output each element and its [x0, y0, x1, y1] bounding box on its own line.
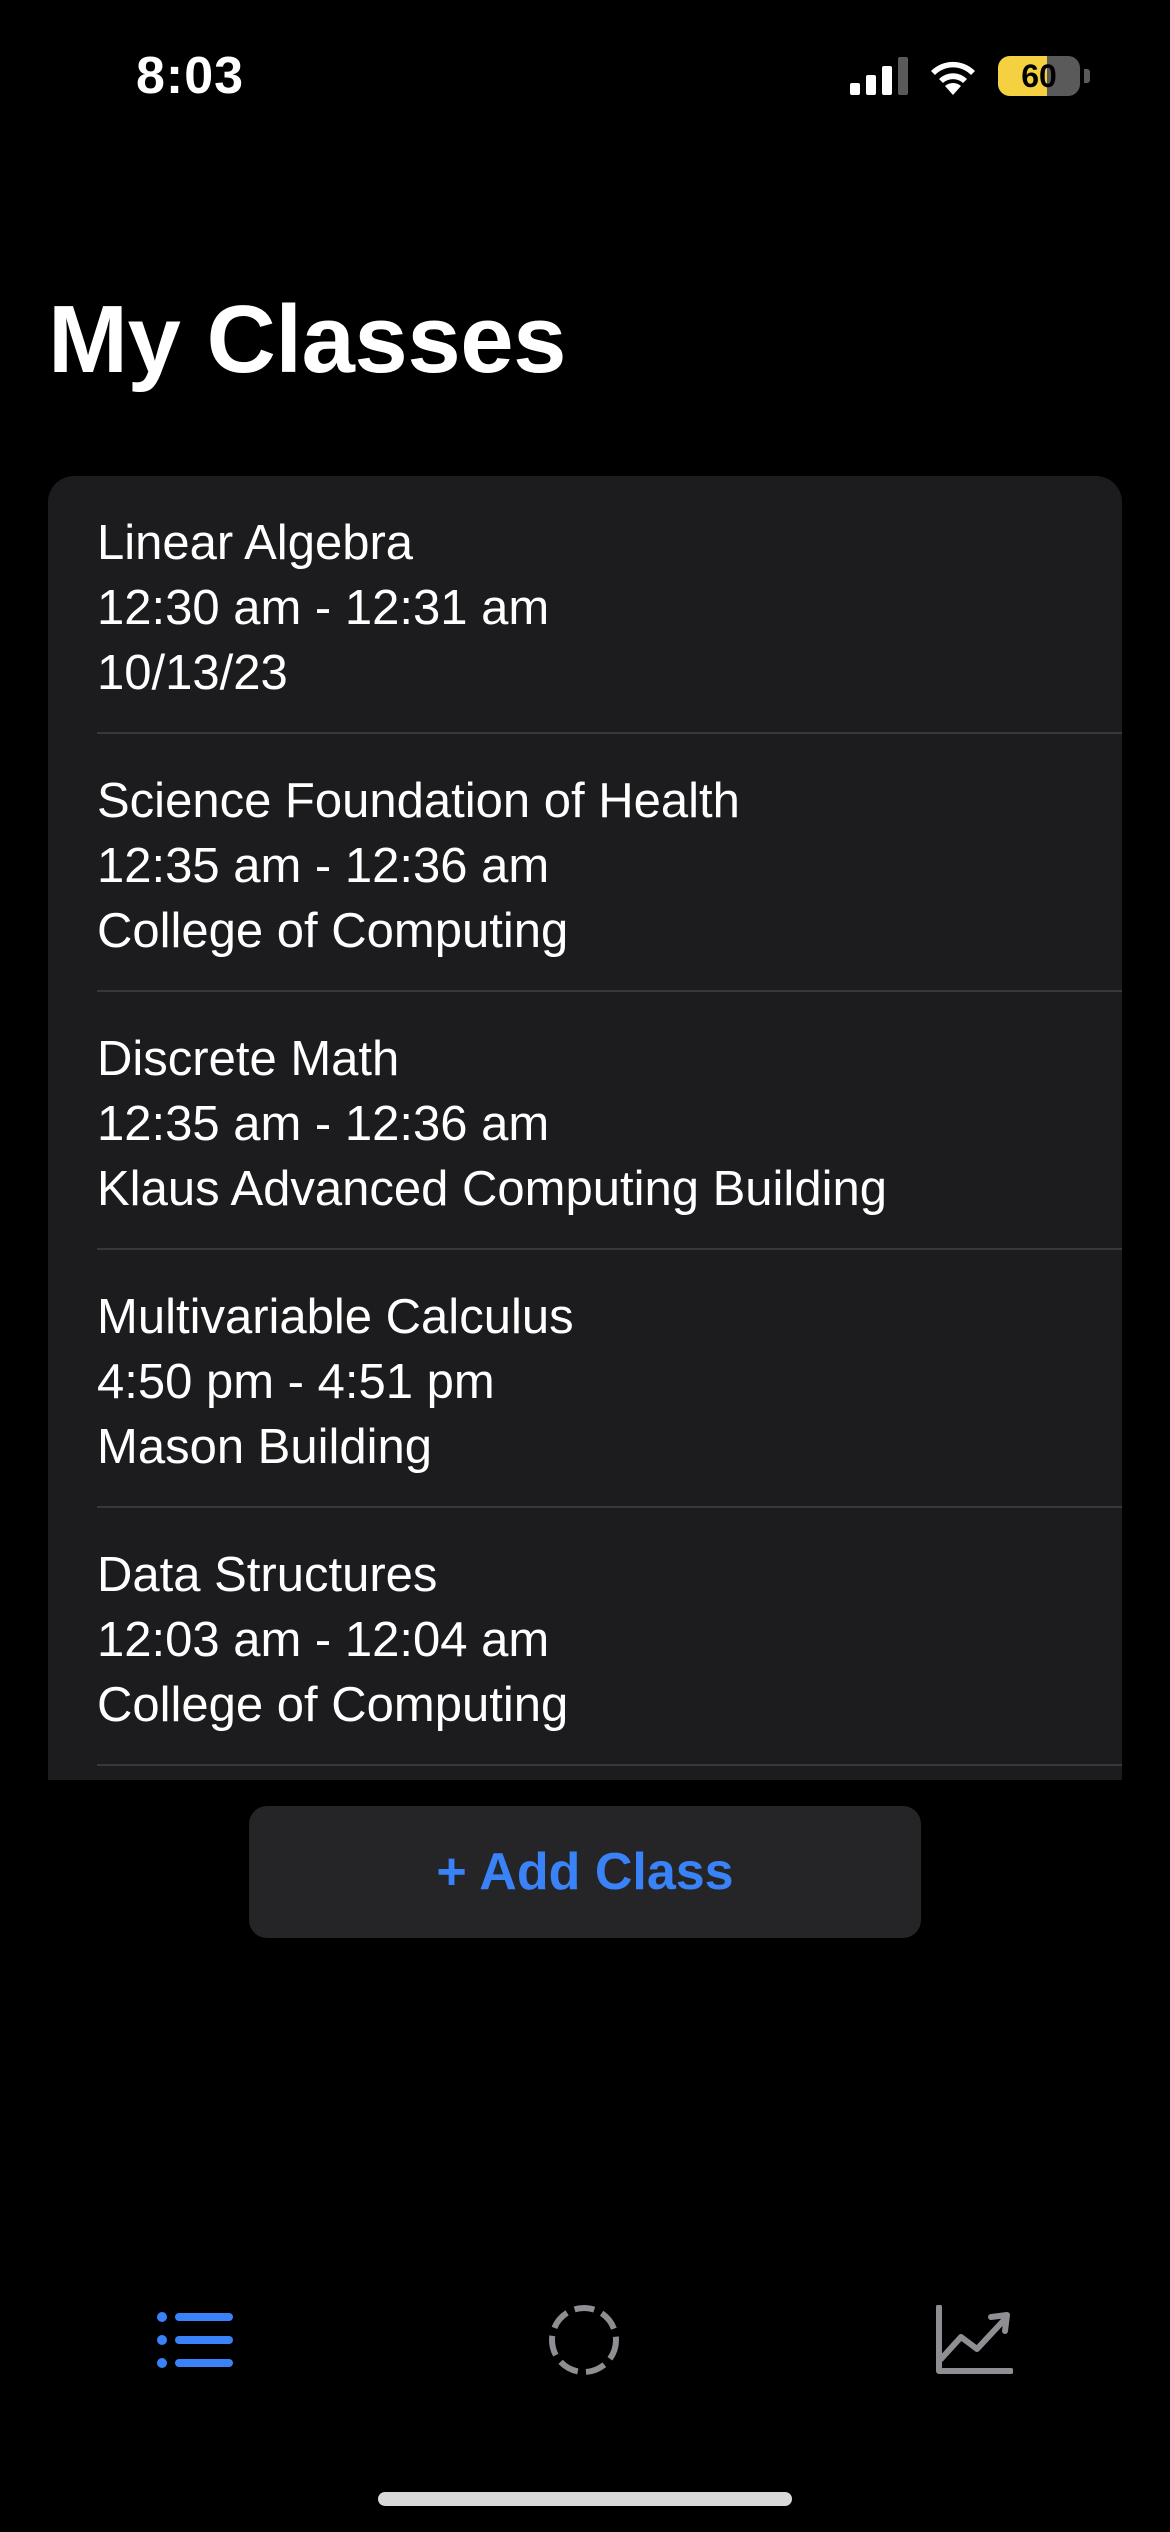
class-list[interactable]: Linear Algebra 12:30 am - 12:31 am 10/13…: [48, 476, 1122, 1780]
class-name: Multivariable Calculus: [97, 1290, 574, 1344]
class-row[interactable]: Multivariable Calculus 4:50 pm - 4:51 pm…: [48, 1250, 1122, 1508]
page-title: My Classes: [48, 286, 566, 393]
class-time: 12:35 am - 12:36 am: [97, 1097, 550, 1151]
class-time: 12:30 am - 12:31 am: [97, 581, 550, 635]
class-row[interactable]: Data Structures 12:03 am - 12:04 am Coll…: [48, 1508, 1122, 1766]
class-row[interactable]: Linear Algebra 12:30 am - 12:31 am 10/13…: [48, 476, 1122, 734]
status-indicators: 60: [850, 56, 1090, 96]
tab-progress[interactable]: [534, 2290, 634, 2390]
battery-icon: 60: [998, 56, 1080, 96]
tab-classes[interactable]: [145, 2290, 245, 2390]
class-detail: College of Computing: [97, 1678, 569, 1732]
wifi-icon: [931, 61, 975, 95]
list-icon: [157, 2312, 233, 2368]
class-time: 12:35 am - 12:36 am: [97, 839, 550, 893]
class-row[interactable]: Discrete Math 12:35 am - 12:36 am Klaus …: [48, 992, 1122, 1250]
chart-line-icon: [936, 2305, 1013, 2374]
tab-stats[interactable]: [924, 2290, 1024, 2390]
class-time: 12:03 am - 12:04 am: [97, 1613, 550, 1667]
tab-bar: [0, 2290, 1170, 2390]
status-bar: 8:03 60: [0, 0, 1170, 150]
class-detail: Klaus Advanced Computing Building: [97, 1162, 887, 1216]
class-detail: 10/13/23: [97, 646, 288, 700]
class-name: Data Structures: [97, 1548, 438, 1602]
class-row[interactable]: Science Foundation of Health 12:35 am - …: [48, 734, 1122, 992]
class-name: Discrete Math: [97, 1032, 400, 1086]
battery-level: 60: [1021, 57, 1057, 94]
class-detail: College of Computing: [97, 904, 569, 958]
cellular-signal-icon: [850, 57, 908, 95]
class-name: Science Foundation of Health: [97, 774, 740, 828]
class-name: Linear Algebra: [97, 516, 414, 570]
class-detail: Mason Building: [97, 1420, 433, 1474]
home-indicator[interactable]: [378, 2492, 792, 2506]
battery-cap: [1084, 69, 1090, 83]
add-class-button[interactable]: + Add Class: [249, 1806, 921, 1938]
status-time: 8:03: [136, 47, 245, 105]
class-time: 4:50 pm - 4:51 pm: [97, 1355, 495, 1409]
dashed-circle-icon: [549, 2305, 619, 2375]
